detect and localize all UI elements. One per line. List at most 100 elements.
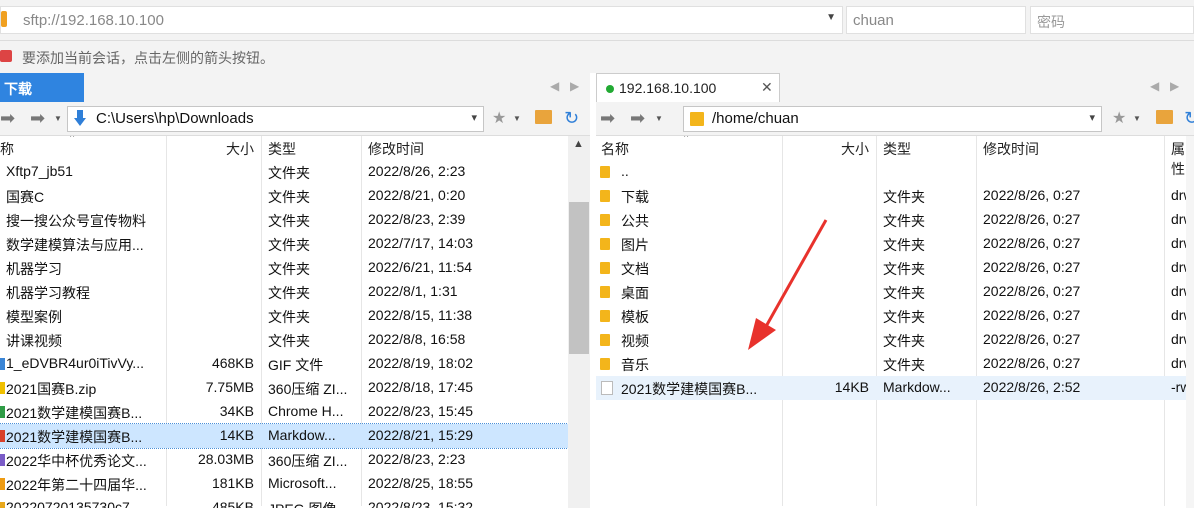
table-row[interactable]: 机器学习教程 文件夹 2022/8/1, 1:31 <box>0 280 568 304</box>
table-row[interactable]: 图片 文件夹 2022/8/26, 0:27 drw <box>596 232 1194 256</box>
file-type: 文件夹 <box>268 237 310 253</box>
tab-local-downloads[interactable]: 下载 <box>0 73 84 102</box>
table-row[interactable]: 20220720135730c7... 485KB JPEG 图像 2022/8/23… <box>0 496 568 508</box>
remote-scrollbar[interactable] <box>1186 136 1194 508</box>
file-name: 模板 <box>621 309 649 325</box>
file-name: 桌面 <box>621 285 649 301</box>
scroll-up-icon[interactable]: ▲ <box>573 138 584 150</box>
download-folder-icon <box>74 110 86 126</box>
column-header-size[interactable]: 大小 <box>226 139 254 159</box>
local-scrollbar[interactable]: ▲ <box>568 136 590 508</box>
column-header-name[interactable]: 称 <box>0 139 14 159</box>
folder-icon <box>0 166 5 178</box>
table-row[interactable]: 2021国赛B.zip 7.75MB 360压缩 ZI... 2022/8/18, 1… <box>0 376 568 400</box>
bookmark-dropdown-icon[interactable]: ▼ <box>1133 114 1141 123</box>
local-tab-bar: 下载 ◀ ▶ <box>0 73 590 105</box>
file-modified: 2022/8/23, 15:45 <box>368 403 474 419</box>
bookmark-dropdown-icon[interactable]: ▼ <box>513 114 521 123</box>
file-modified: 2022/8/1, 1:31 <box>368 283 458 299</box>
file-modified: 2022/8/26, 0:27 <box>983 235 1081 251</box>
host-input[interactable]: sftp://192.168.10.100 ▼ <box>0 6 843 34</box>
table-row[interactable]: 桌面 文件夹 2022/8/26, 0:27 drw <box>596 280 1194 304</box>
file-modified: 2022/8/25, 18:55 <box>368 475 474 491</box>
remote-toolbar: ➡ ➡ ▼ /home/chuan ▾ ★ ▼ ↻ <box>596 102 1194 136</box>
table-row[interactable]: 公共 文件夹 2022/8/26, 0:27 drw <box>596 208 1194 232</box>
table-row[interactable]: 国赛C 文件夹 2022/8/21, 0:20 <box>0 184 568 208</box>
file-type: 文件夹 <box>883 309 925 325</box>
file-name: 讲课视频 <box>6 333 62 349</box>
table-row[interactable]: 文档 文件夹 2022/8/26, 0:27 drw <box>596 256 1194 280</box>
table-row[interactable]: 模板 文件夹 2022/8/26, 0:27 drw <box>596 304 1194 328</box>
table-row[interactable]: 2021数学建模国赛B... 14KB Markdow... 2022/8/26, 2… <box>596 376 1194 400</box>
file-type: 文件夹 <box>268 189 310 205</box>
file-icon <box>0 478 5 490</box>
remote-path-input[interactable]: /home/chuan ▾ <box>683 106 1102 132</box>
file-size: 485KB <box>211 499 254 508</box>
column-header-modified[interactable]: 修改时间 <box>983 139 1039 159</box>
table-row[interactable]: 下载 文件夹 2022/8/26, 0:27 drw <box>596 184 1194 208</box>
scrollbar-thumb[interactable] <box>569 202 589 354</box>
tab-scroll-right-icon[interactable]: ▶ <box>1170 79 1179 93</box>
column-header-type[interactable]: 类型 <box>268 139 296 159</box>
forward-icon[interactable]: ➡ <box>630 108 645 129</box>
folder-icon <box>0 190 5 202</box>
chevron-down-icon[interactable]: ▼ <box>826 12 836 23</box>
home-folder-icon[interactable] <box>1156 110 1173 124</box>
home-folder-icon[interactable] <box>535 110 552 124</box>
history-dropdown-icon[interactable]: ▼ <box>54 114 62 123</box>
table-row[interactable]: 2022年第二十四届华... 181KB Microsoft... 2022/8/25… <box>0 472 568 496</box>
history-dropdown-icon[interactable]: ▼ <box>655 114 663 123</box>
refresh-icon[interactable]: ↻ <box>1184 108 1194 129</box>
tab-scroll-left-icon[interactable]: ◀ <box>550 79 559 93</box>
table-row[interactable]: .. <box>596 160 1194 184</box>
file-icon <box>0 502 5 508</box>
table-row[interactable]: 视频 文件夹 2022/8/26, 0:27 drw <box>596 328 1194 352</box>
table-row[interactable]: 搜一搜公众号宣传物料 文件夹 2022/8/23, 2:39 <box>0 208 568 232</box>
file-modified: 2022/8/26, 0:27 <box>983 211 1081 227</box>
file-icon <box>0 454 5 466</box>
table-row[interactable]: 模型案例 文件夹 2022/8/15, 11:38 <box>0 304 568 328</box>
tab-scroll-right-icon[interactable]: ▶ <box>570 79 579 93</box>
file-name: 搜一搜公众号宣传物料 <box>6 213 146 229</box>
table-row[interactable]: 数学建模算法与应用... 文件夹 2022/7/17, 14:03 <box>0 232 568 256</box>
file-modified: 2022/8/23, 2:39 <box>368 211 466 227</box>
column-header-size[interactable]: 大小 <box>841 139 869 159</box>
file-name: 文档 <box>621 261 649 277</box>
folder-icon <box>0 238 5 250</box>
table-row[interactable]: Xftp7_jb51 文件夹 2022/8/26, 2:23 <box>0 160 568 184</box>
bookmark-star-icon[interactable]: ★ <box>1112 108 1126 128</box>
table-row[interactable]: 1_eDVBR4ur0iTivVy... 468KB GIF 文件 2022/8/19… <box>0 352 568 376</box>
table-row[interactable]: 音乐 文件夹 2022/8/26, 0:27 drw <box>596 352 1194 376</box>
chevron-down-icon[interactable]: ▾ <box>471 111 477 124</box>
table-row[interactable]: 机器学习 文件夹 2022/6/21, 11:54 <box>0 256 568 280</box>
folder-icon <box>600 214 610 226</box>
forward-icon[interactable]: ➡ <box>30 108 45 129</box>
file-name: 图片 <box>621 237 649 253</box>
file-icon <box>0 358 5 370</box>
markdown-file-icon <box>601 381 613 395</box>
tab-remote-session[interactable]: 192.168.10.100 ✕ <box>596 73 780 102</box>
chevron-down-icon[interactable]: ▾ <box>1089 111 1095 124</box>
column-header-name[interactable]: 名称 <box>601 139 629 159</box>
password-field[interactable]: 密码 <box>1030 6 1194 34</box>
file-modified: 2022/8/15, 11:38 <box>368 307 473 323</box>
file-type: 文件夹 <box>268 285 310 301</box>
local-path-input[interactable]: C:\Users\hp\Downloads ▾ <box>67 106 484 132</box>
file-size: 181KB <box>211 475 254 491</box>
back-icon[interactable]: ➡ <box>600 108 615 129</box>
close-icon[interactable]: ✕ <box>761 79 773 96</box>
username-field[interactable]: chuan <box>846 6 1026 34</box>
table-row[interactable]: 2021数学建模国赛B... 34KB Chrome H... 2022/8/23, … <box>0 400 568 424</box>
table-row[interactable]: 2021数学建模国赛B... 14KB Markdow... 2022/8/21, 1… <box>0 423 568 449</box>
column-header-type[interactable]: 类型 <box>883 139 911 159</box>
column-header-modified[interactable]: 修改时间 <box>368 139 424 159</box>
file-type: Markdow... <box>883 379 951 395</box>
back-icon[interactable]: ➡ <box>0 108 15 129</box>
table-row[interactable]: 讲课视频 文件夹 2022/8/8, 16:58 <box>0 328 568 352</box>
refresh-icon[interactable]: ↻ <box>564 108 579 129</box>
table-row[interactable]: 2022华中杯优秀论文... 28.03MB 360压缩 ZI... 2022/8/2… <box>0 448 568 472</box>
tab-scroll-left-icon[interactable]: ◀ <box>1150 79 1159 93</box>
local-list-header: 称 ^ 大小 类型 修改时间 <box>0 136 568 506</box>
bookmark-star-icon[interactable]: ★ <box>492 108 506 128</box>
file-type: 文件夹 <box>883 237 925 253</box>
